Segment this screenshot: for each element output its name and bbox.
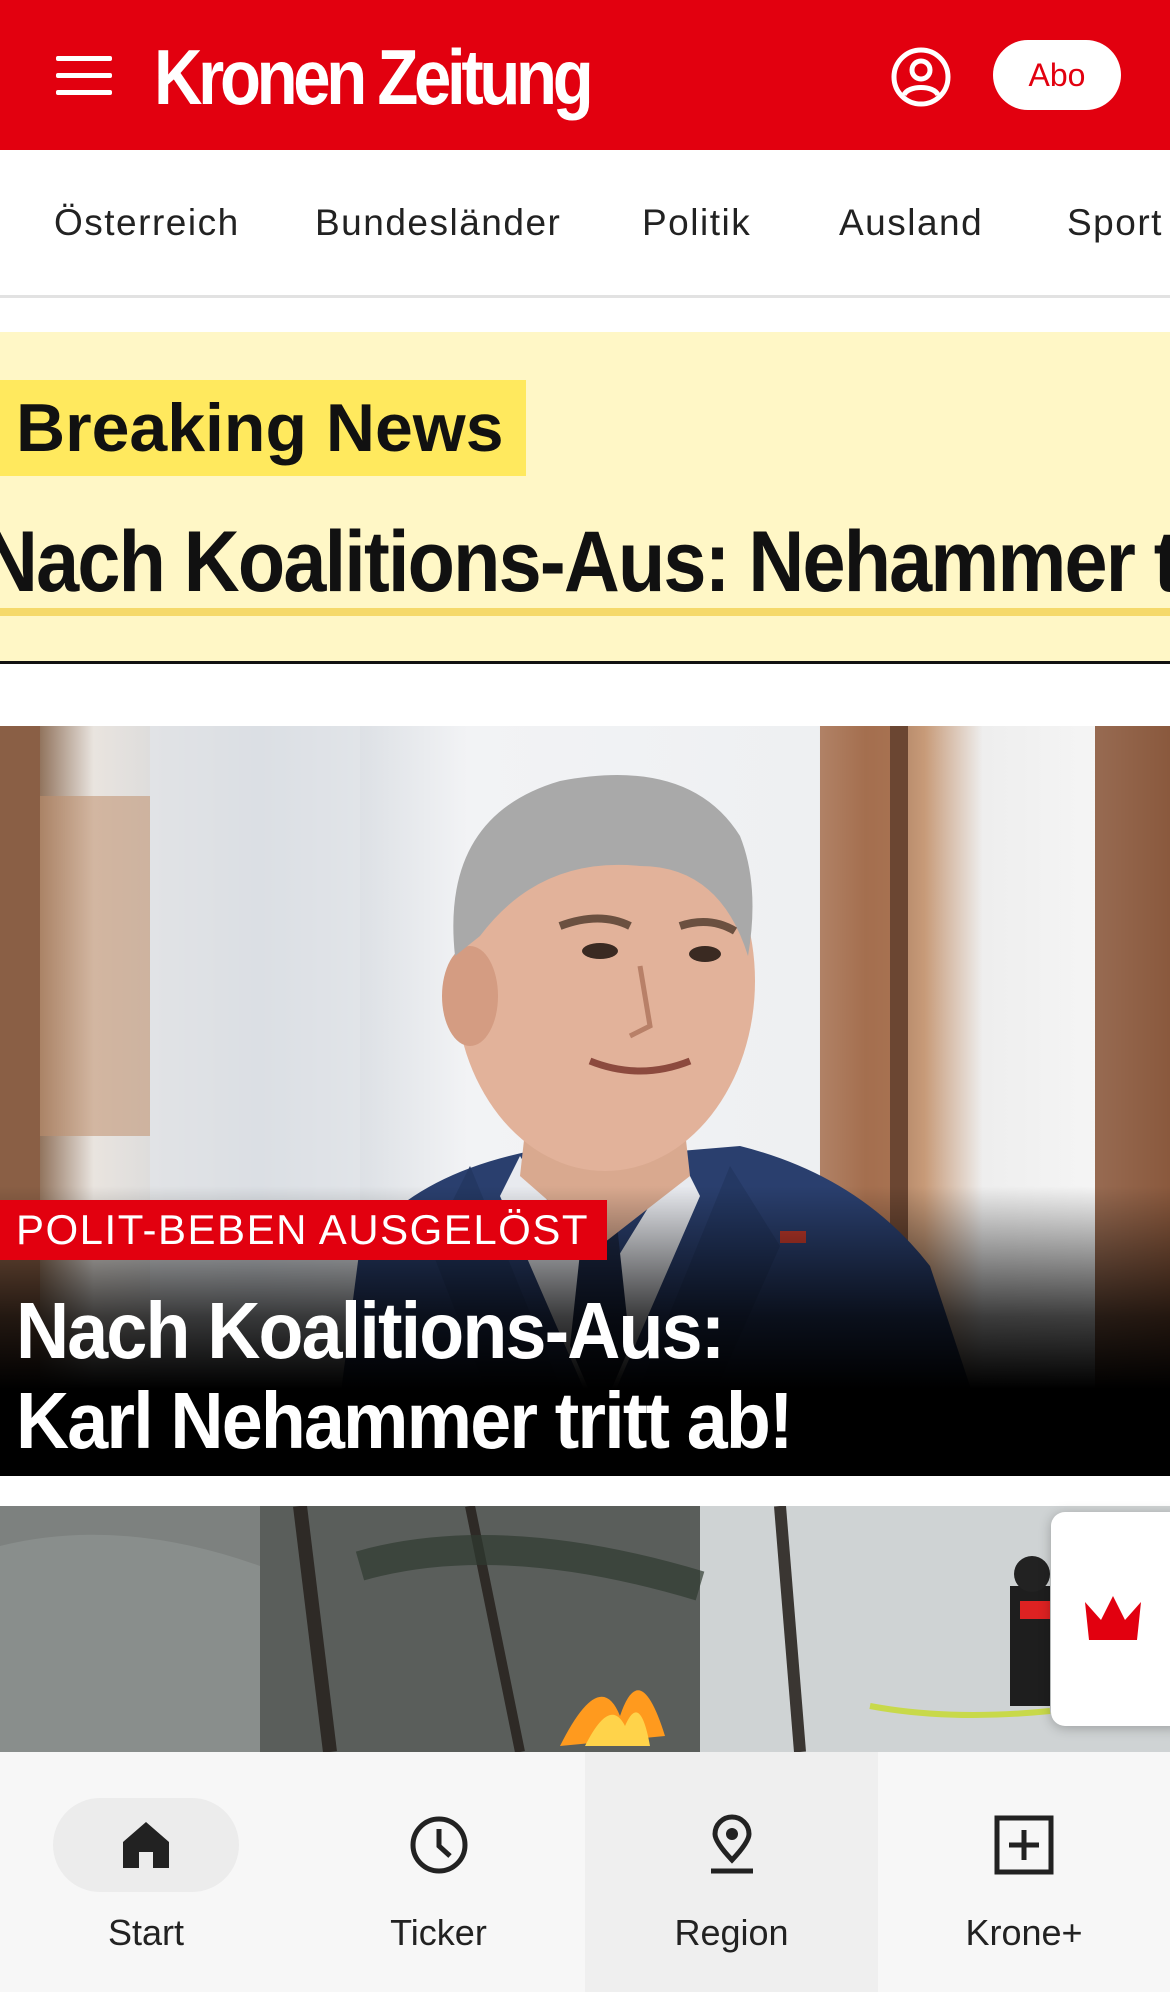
lead-kicker-badge: POLIT-BEBEN AUSGELÖST [0,1200,608,1260]
bottom-nav-ticker[interactable]: Ticker [292,1752,585,1992]
nav-item-politik[interactable]: Politik [642,202,751,244]
bottom-nav-start[interactable]: Start [0,1752,292,1992]
category-nav: Österreich Bundesländer Politik Ausland … [0,150,1170,298]
location-pin-icon [710,1814,753,1874]
lead-headline-line2: Karl Nehammer tritt ab! [16,1376,794,1465]
bottom-nav-start-label: Start [107,1912,185,1953]
site-logo[interactable]: Kronen Zeitung [154,34,594,120]
bottom-nav-ticker-label: Ticker [390,1912,487,1953]
breaking-news-banner[interactable]: Breaking News Nach Koalitions-Aus: Neham… [0,332,1170,664]
bottom-nav-kroneplus-label: Krone+ [965,1912,1083,1953]
bottom-nav-kroneplus[interactable]: Krone+ [878,1752,1170,1992]
abo-button[interactable]: Abo [993,40,1121,110]
lead-headline[interactable]: Nach Koalitions-Aus: Karl Nehammer tritt… [16,1286,936,1466]
breaking-ticker[interactable]: Nach Koalitions-Aus: Nehammer tritt ab! [0,512,1170,612]
krone-floating-button[interactable] [1051,1512,1170,1726]
account-icon[interactable] [890,46,952,108]
lead-headline-line1: Nach Koalitions-Aus: [16,1286,725,1375]
second-story-photo [0,1506,1170,1752]
plus-square-icon [994,1815,1054,1875]
page: Kronen Zeitung Abo Österreich Bundesländ… [0,0,1170,1992]
bottom-navigation: Start Ticker Region Krone+ [0,1752,1170,1992]
nav-item-bundeslaender[interactable]: Bundesländer [315,202,561,244]
clock-icon [410,1816,467,1874]
breaking-ticker-text: Nach Koalitions-Aus: Nehammer tritt ab! [0,514,1170,610]
breaking-news-label: Breaking News [0,380,526,476]
nav-item-ausland[interactable]: Ausland [839,202,983,244]
crown-icon [1085,1596,1141,1640]
nav-item-sport[interactable]: Sport [1067,202,1163,244]
bottom-nav-region-label: Region [674,1912,789,1953]
start-active-indicator [53,1798,239,1892]
hamburger-menu-icon[interactable] [56,56,112,96]
top-header: Kronen Zeitung Abo [0,0,1170,150]
bottom-nav-region[interactable]: Region [585,1752,878,1992]
ticker-underline [0,608,1170,616]
nav-item-oesterreich[interactable]: Österreich [54,202,240,244]
second-story-card[interactable] [0,1506,1170,1752]
home-icon [123,1822,169,1868]
lead-story-card[interactable]: POLIT-BEBEN AUSGELÖST Nach Koalitions-Au… [0,726,1170,1476]
